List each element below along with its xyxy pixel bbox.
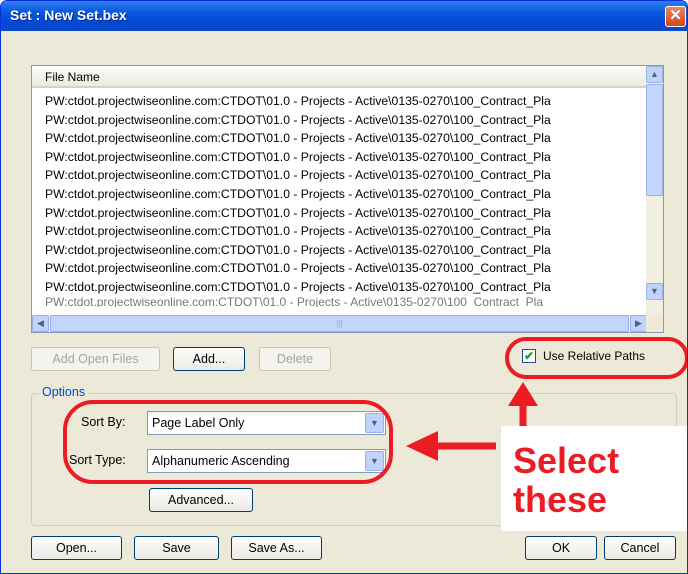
vertical-scrollbar[interactable]: ▲ ▼: [646, 66, 663, 316]
list-item[interactable]: PW:ctdot.projectwiseonline.com:CTDOT\01.…: [32, 166, 647, 185]
horizontal-scrollbar[interactable]: ◀ ||| ▶: [32, 315, 647, 332]
title-bar[interactable]: Set : New Set.bex ✕: [1, 1, 687, 31]
add-button[interactable]: Add...: [173, 347, 245, 371]
list-item[interactable]: PW:ctdot.projectwiseonline.com:CTDOT\01.…: [32, 148, 647, 167]
annotation-line-1: Select: [513, 440, 620, 481]
vertical-scroll-thumb[interactable]: [646, 84, 663, 196]
scroll-corner: [646, 315, 663, 332]
scroll-left-icon[interactable]: ◀: [32, 315, 49, 332]
annotation-circle-sort-options: [63, 400, 393, 484]
grip-icon: |||: [336, 319, 343, 328]
column-header-label: File Name: [45, 70, 100, 84]
list-item[interactable]: PW:ctdot.projectwiseonline.com:CTDOT\01.…: [32, 92, 647, 111]
add-open-files-button[interactable]: Add Open Files: [31, 347, 160, 371]
options-legend: Options: [39, 385, 89, 399]
list-item[interactable]: PW:ctdot.projectwiseonline.com:CTDOT\01.…: [32, 278, 647, 297]
column-header-file-name[interactable]: File Name: [32, 66, 647, 88]
annotation-label: Select these: [513, 441, 619, 519]
ok-button[interactable]: OK: [525, 536, 597, 560]
cancel-button[interactable]: Cancel: [604, 536, 676, 560]
save-as-button[interactable]: Save As...: [231, 536, 322, 560]
scroll-right-icon[interactable]: ▶: [630, 315, 647, 332]
close-button[interactable]: ✕: [665, 6, 686, 27]
dialog-title: Set : New Set.bex: [10, 7, 127, 23]
file-rows: PW:ctdot.projectwiseonline.com:CTDOT\01.…: [32, 92, 647, 314]
list-item[interactable]: PW:ctdot.projectwiseonline.com:CTDOT\01.…: [32, 241, 647, 260]
list-item[interactable]: PW:ctdot.projectwiseonline.com:CTDOT\01.…: [32, 259, 647, 278]
list-item[interactable]: PW:ctdot.projectwiseonline.com:CTDOT\01.…: [32, 111, 647, 130]
open-button[interactable]: Open...: [31, 536, 122, 560]
annotation-circle-relative-paths: [505, 337, 687, 379]
horizontal-scroll-thumb[interactable]: |||: [50, 315, 629, 332]
delete-button[interactable]: Delete: [259, 347, 331, 371]
annotation-line-2: these: [513, 479, 608, 520]
list-item[interactable]: PW:ctdot.projectwiseonline.com:CTDOT\01.…: [32, 204, 647, 223]
list-item[interactable]: PW:ctdot.projectwiseonline.com:CTDOT\01.…: [32, 222, 647, 241]
save-button[interactable]: Save: [134, 536, 219, 560]
file-list[interactable]: File Name PW:ctdot.projectwiseonline.com…: [31, 65, 664, 333]
set-dialog: Set : New Set.bex ✕ File Name PW:ctdot.p…: [0, 0, 688, 574]
list-item[interactable]: PW:ctdot.projectwiseonline.com:CTDOT\01.…: [32, 185, 647, 204]
scroll-up-icon[interactable]: ▲: [646, 66, 663, 83]
scroll-down-icon[interactable]: ▼: [646, 283, 663, 300]
list-item-partial[interactable]: PW:ctdot.projectwiseonline.com:CTDOT\01.…: [32, 297, 647, 307]
advanced-button[interactable]: Advanced...: [149, 488, 253, 512]
list-item[interactable]: PW:ctdot.projectwiseonline.com:CTDOT\01.…: [32, 129, 647, 148]
